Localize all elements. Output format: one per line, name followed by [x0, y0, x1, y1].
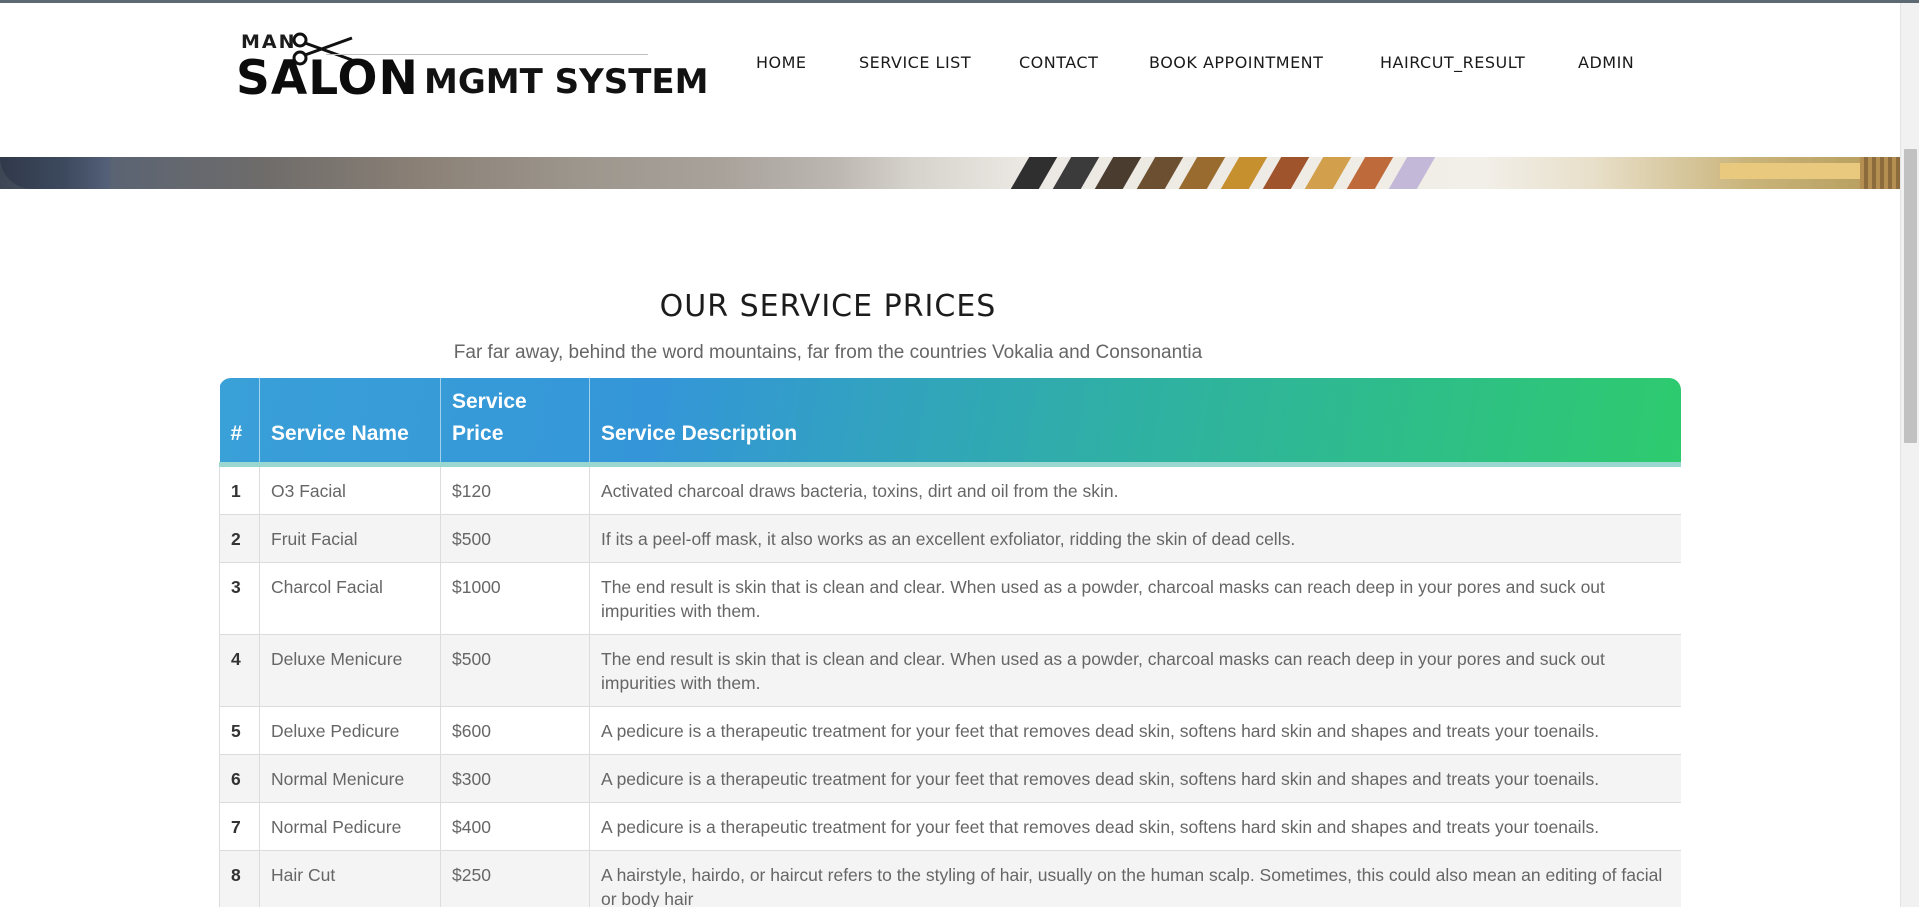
service-description: If its a peel-off mask, it also works as…	[589, 514, 1681, 563]
hero-band	[1720, 163, 1860, 179]
service-price: $500	[440, 634, 590, 707]
site-header: MAN SALON MGMT SYSTEM HOME SERVICE LIST …	[0, 3, 1900, 157]
service-description: A hairstyle, hairdo, or haircut refers t…	[589, 850, 1681, 907]
service-name: Normal Menicure	[259, 754, 441, 803]
service-description: A pedicure is a therapeutic treatment fo…	[589, 802, 1681, 851]
col-header-service-name: Service Name	[259, 378, 441, 467]
table-row: 5 Deluxe Pedicure $600 A pedicure is a t…	[219, 706, 1681, 755]
hero-swatch	[1304, 157, 1352, 189]
table-row: 6 Normal Menicure $300 A pedicure is a t…	[219, 754, 1681, 803]
hero-swatch	[1346, 157, 1394, 189]
hero-band-texture	[1860, 157, 1900, 189]
service-price-table: # Service Name Service Price Service Des…	[219, 378, 1681, 907]
table-row: 4 Deluxe Menicure $500 The end result is…	[219, 634, 1681, 707]
hero-swatch	[1178, 157, 1226, 189]
hero-swatch	[1052, 157, 1100, 189]
nav-haircut-result[interactable]: HAIRCUT_RESULT	[1380, 53, 1525, 72]
hero-swatch	[1010, 157, 1058, 189]
service-description: The end result is skin that is clean and…	[589, 562, 1681, 635]
site-logo[interactable]: MAN SALON MGMT SYSTEM	[236, 29, 716, 109]
page-scrollbar[interactable]	[1900, 3, 1919, 907]
nav-service-list[interactable]: SERVICE LIST	[859, 53, 971, 72]
row-number: 6	[219, 754, 260, 803]
hero-swatch	[1388, 157, 1436, 189]
service-name: O3 Facial	[259, 464, 441, 515]
service-name: Fruit Facial	[259, 514, 441, 563]
nav-book-appointment[interactable]: BOOK APPOINTMENT	[1149, 53, 1323, 72]
table-row: 8 Hair Cut $250 A hairstyle, hairdo, or …	[219, 850, 1681, 907]
nav-admin[interactable]: ADMIN	[1578, 53, 1634, 72]
service-price: $300	[440, 754, 590, 803]
row-number: 4	[219, 634, 260, 707]
service-price: $120	[440, 464, 590, 515]
table-header-row: # Service Name Service Price Service Des…	[219, 378, 1681, 467]
hero-swatch	[1094, 157, 1142, 189]
col-header-service-price: Service Price	[440, 378, 590, 467]
table-row: 2 Fruit Facial $500 If its a peel-off ma…	[219, 514, 1681, 563]
service-price-table-wrapper: # Service Name Service Price Service Des…	[219, 378, 1681, 907]
row-number: 1	[219, 464, 260, 515]
hero-swatch	[1262, 157, 1310, 189]
service-description: The end result is skin that is clean and…	[589, 634, 1681, 707]
hero-image-strip	[0, 157, 1900, 189]
service-price: $600	[440, 706, 590, 755]
logo-salon-text: SALON	[236, 51, 419, 106]
service-name: Deluxe Pedicure	[259, 706, 441, 755]
row-number: 2	[219, 514, 260, 563]
service-description: A pedicure is a therapeutic treatment fo…	[589, 754, 1681, 803]
service-price: $500	[440, 514, 590, 563]
service-name: Charcol Facial	[259, 562, 441, 635]
row-number: 7	[219, 802, 260, 851]
service-name: Deluxe Menicure	[259, 634, 441, 707]
section-title: OUR SERVICE PRICES	[659, 288, 997, 324]
row-number: 5	[219, 706, 260, 755]
scrollbar-thumb[interactable]	[1904, 149, 1917, 443]
service-description: Activated charcoal draws bacteria, toxin…	[589, 464, 1681, 515]
service-price: $400	[440, 802, 590, 851]
row-number: 8	[219, 850, 260, 907]
service-name: Hair Cut	[259, 850, 441, 907]
section-subtitle: Far far away, behind the word mountains,…	[453, 342, 1203, 363]
col-header-service-description: Service Description	[589, 378, 1681, 467]
nav-contact[interactable]: CONTACT	[1019, 53, 1098, 72]
service-description: A pedicure is a therapeutic treatment fo…	[589, 706, 1681, 755]
table-row: 3 Charcol Facial $1000 The end result is…	[219, 562, 1681, 635]
service-price: $1000	[440, 562, 590, 635]
row-number: 3	[219, 562, 260, 635]
logo-mgmt-text: MGMT SYSTEM	[424, 62, 709, 102]
service-price: $250	[440, 850, 590, 907]
logo-man-text: MAN	[241, 31, 297, 53]
table-row: 7 Normal Pedicure $400 A pedicure is a t…	[219, 802, 1681, 851]
col-header-number: #	[219, 378, 260, 467]
hero-dark-region	[0, 157, 110, 189]
hero-swatch	[1136, 157, 1184, 189]
service-name: Normal Pedicure	[259, 802, 441, 851]
table-row: 1 O3 Facial $120 Activated charcoal draw…	[219, 464, 1681, 515]
nav-home[interactable]: HOME	[756, 53, 807, 72]
hero-swatch	[1220, 157, 1268, 189]
